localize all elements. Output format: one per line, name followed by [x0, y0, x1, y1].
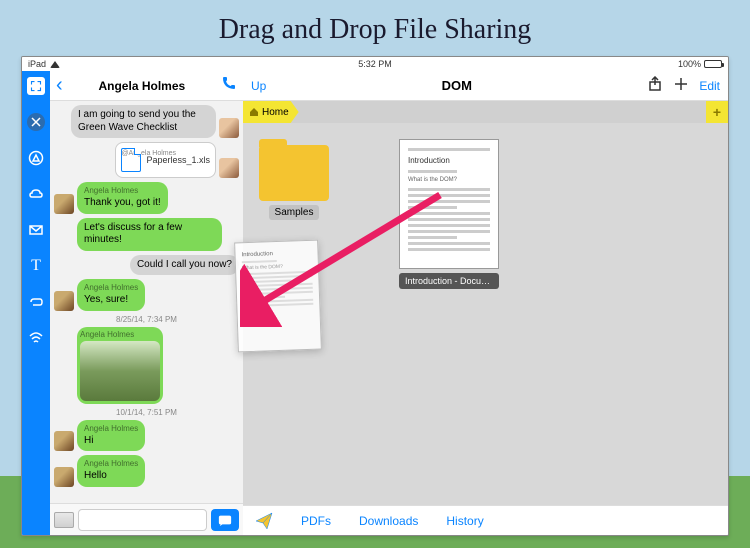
ipad-frame: iPad 5:32 PM 100% T ‹ Angela Holmes	[21, 56, 729, 536]
document-item[interactable]: Introduction What is the DOM? Introducti…	[399, 139, 499, 289]
paper-plane-icon[interactable]	[255, 512, 273, 530]
mail-icon[interactable]	[27, 221, 45, 239]
wifi-share-icon[interactable]	[27, 329, 45, 347]
breadcrumb: Home +	[243, 101, 728, 123]
page-title: Drag and Drop File Sharing	[0, 0, 750, 56]
chat-input-bar	[50, 503, 243, 535]
staple-icon[interactable]	[27, 293, 45, 311]
close-icon[interactable]	[27, 113, 45, 131]
message-list[interactable]: I am going to send you the Green Wave Ch…	[50, 101, 243, 503]
message-in: Angela HolmesThank you, got it!	[54, 182, 239, 214]
message-out: Could I call you now?	[54, 255, 239, 276]
file-name: Paperless_1.xls	[146, 155, 210, 165]
chat-pane: ‹ Angela Holmes I am going to send you t…	[50, 71, 243, 535]
message-in: Angela HolmesYes, sure!	[54, 279, 239, 311]
sidebar: T	[22, 71, 50, 535]
message-file[interactable]: @Angela Holmes Paperless_1.xls	[54, 142, 239, 178]
up-button[interactable]: Up	[251, 79, 266, 93]
photo-button[interactable]	[54, 512, 74, 528]
photo-thumbnail	[80, 341, 160, 401]
message-in: Let's discuss for a few minutes!	[54, 218, 239, 251]
avatar	[54, 431, 74, 451]
phone-icon[interactable]	[221, 75, 237, 96]
plus-icon[interactable]	[673, 76, 689, 95]
message-photo[interactable]: Angela Holmes	[54, 327, 239, 404]
avatar	[219, 118, 239, 138]
compass-icon[interactable]	[27, 149, 45, 167]
message-in: Angela HolmesHi	[54, 420, 239, 452]
chat-title: Angela Holmes	[69, 79, 215, 93]
clock: 5:32 PM	[358, 59, 392, 69]
drag-ghost: Introduction What is the DOM?	[234, 240, 322, 353]
file-header: Up DOM Edit	[243, 71, 728, 101]
add-folder-button[interactable]: +	[706, 101, 728, 123]
downloads-tab[interactable]: Downloads	[359, 514, 418, 528]
home-icon	[249, 107, 259, 117]
message-in: Angela HolmesHello	[54, 455, 239, 487]
status-bar: iPad 5:32 PM 100%	[22, 57, 728, 71]
battery-percent: 100%	[678, 59, 701, 69]
folder-item[interactable]: Samples	[259, 139, 329, 220]
timestamp: 8/25/14, 7:34 PM	[54, 315, 239, 324]
file-icon	[121, 148, 141, 172]
file-footer: PDFs Downloads History	[243, 505, 728, 535]
message-input[interactable]	[78, 509, 207, 531]
device-label: iPad	[28, 59, 46, 69]
timestamp: 10/1/14, 7:51 PM	[54, 408, 239, 417]
send-button[interactable]	[211, 509, 239, 531]
history-tab[interactable]: History	[446, 514, 483, 528]
document-label: Introduction - Document Object...	[399, 273, 499, 289]
avatar	[219, 158, 239, 178]
edit-button[interactable]: Edit	[699, 79, 720, 93]
share-icon[interactable]	[647, 76, 663, 95]
pdfs-tab[interactable]: PDFs	[301, 514, 331, 528]
folder-label: Samples	[269, 205, 320, 220]
text-icon[interactable]: T	[27, 257, 45, 275]
chat-header: ‹ Angela Holmes	[50, 71, 243, 101]
document-preview: Introduction What is the DOM?	[399, 139, 499, 269]
avatar	[54, 194, 74, 214]
expand-icon[interactable]	[27, 77, 45, 95]
app-layout: T ‹ Angela Holmes I am going to send you…	[22, 71, 728, 535]
back-button[interactable]: ‹	[56, 74, 63, 97]
avatar	[54, 291, 74, 311]
battery-icon	[704, 60, 722, 68]
folder-title: DOM	[274, 78, 639, 93]
message-out: I am going to send you the Green Wave Ch…	[54, 105, 239, 138]
folder-icon	[259, 145, 329, 201]
wifi-icon	[50, 61, 60, 68]
cloud-icon[interactable]	[27, 185, 45, 203]
avatar	[54, 467, 74, 487]
breadcrumb-home[interactable]: Home	[243, 101, 299, 123]
